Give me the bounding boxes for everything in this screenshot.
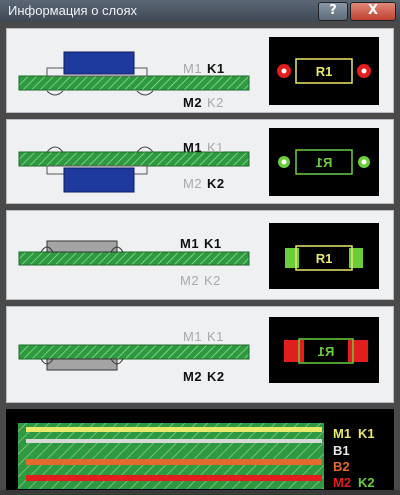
layer-k2-label: K2 (207, 369, 225, 384)
layer-panel-bottom-through-hole[interactable]: R1 M1 K1 M2 K2 (6, 306, 394, 403)
layer-k1-label: K1 (207, 329, 224, 344)
via-arc (46, 146, 154, 153)
preview-label-mirrored: R1 (318, 344, 335, 359)
stack-m1-label: M1 (333, 426, 352, 441)
preview-label: R1 (316, 64, 333, 79)
stack-b2-label: B2 (333, 459, 350, 474)
pad-right (348, 340, 368, 362)
layer-stack-panel: M1 K1 B1 B2 M2 K2 (6, 409, 394, 490)
layer-b1-band (26, 439, 322, 443)
layer-m2-label: M2 (183, 369, 203, 384)
board-substrate (18, 251, 250, 266)
layer-m1-label: M1 (180, 236, 200, 251)
layer-m1-label: M1 (183, 329, 203, 344)
layers-info-frame: R1 M1 K1 M2 K2 R1 M1 K1 M2 K2 R1 M1 K1 M… (0, 22, 400, 490)
component-body-bottom (46, 358, 118, 371)
layer-k1-band (26, 427, 322, 432)
layer-k2-label: K2 (207, 95, 224, 110)
stack-k2-label: K2 (358, 475, 375, 490)
layer-panel-bottom-smd-bottom-silk[interactable]: R1 M1 K1 M2 K2 (6, 119, 394, 204)
component-body-top (46, 240, 118, 253)
board-cross-section: R1 (18, 317, 379, 383)
layer-m2-label: M2 (183, 176, 203, 191)
stack-b1-label: B1 (333, 443, 350, 458)
preview-label-mirrored: R1 (316, 155, 333, 170)
close-button[interactable]: X (350, 2, 396, 21)
board-cross-section: R1 (18, 128, 379, 196)
layer-k1-label: K1 (207, 140, 224, 155)
layer-b2-band (26, 459, 322, 465)
component-body-bottom (63, 167, 135, 193)
board-substrate (18, 344, 250, 360)
layer-panel-top-smd-top-silk[interactable]: R1 M1 K1 M2 K2 (6, 28, 394, 113)
layer-k1-label: K1 (207, 61, 225, 76)
pad-right (349, 248, 363, 268)
stack-m2-label: M2 (333, 475, 352, 490)
layer-k1-label: K1 (204, 236, 222, 251)
layer-panel-top-through-hole[interactable]: R1 M1 K1 M2 K2 (6, 210, 394, 300)
layer-m2-band (26, 475, 322, 481)
layer-m1-label: M1 (183, 61, 203, 76)
stack-k1-label: K1 (358, 426, 375, 441)
layer-m2-label: M2 (180, 273, 200, 288)
pad-left (284, 340, 304, 362)
board-cross-section: R1 (18, 223, 379, 289)
title-bar: Информация о слоях ? X (0, 0, 400, 23)
board-substrate (18, 75, 250, 91)
pad-left (285, 248, 299, 268)
layer-m2-label: M2 (183, 95, 203, 110)
component-body-top (63, 51, 135, 75)
layer-k2-label: K2 (204, 273, 221, 288)
help-button[interactable]: ? (318, 2, 348, 21)
via-arc (46, 90, 154, 96)
layer-m1-label: M1 (183, 140, 203, 155)
preview-label: R1 (316, 251, 333, 266)
window-title: Информация о слоях (8, 3, 138, 18)
layer-k2-label: K2 (207, 176, 225, 191)
